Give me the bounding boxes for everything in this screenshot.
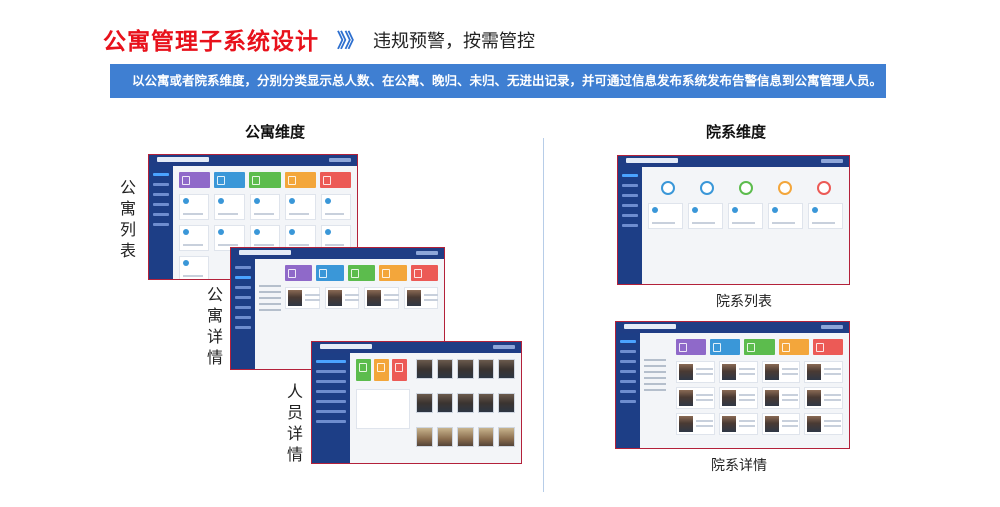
- slide-subtitle: 违规预警，按需管控: [373, 31, 535, 52]
- apartment-list-label: 公寓列表: [119, 178, 136, 260]
- description-banner: 以公寓或者院系维度，分别分类显示总人数、在公寓、晚归、未归、无进出记录，并可通过…: [110, 64, 886, 98]
- person-detail-screenshot: [311, 341, 522, 464]
- apartment-dimension-title: 公寓维度: [245, 123, 306, 141]
- department-detail-label: 院系详情: [711, 458, 767, 474]
- department-list-label: 院系列表: [716, 294, 772, 310]
- department-list-screenshot: [617, 155, 850, 285]
- double-chevron-icon: 》》: [337, 30, 363, 52]
- slide-title: 公寓管理子系统设计: [103, 29, 319, 55]
- apartment-detail-label: 公寓详情: [206, 285, 223, 367]
- department-dimension-title: 院系维度: [706, 123, 767, 141]
- column-divider: [543, 138, 544, 492]
- person-detail-label: 人员详情: [286, 382, 303, 464]
- department-detail-screenshot: [615, 321, 850, 449]
